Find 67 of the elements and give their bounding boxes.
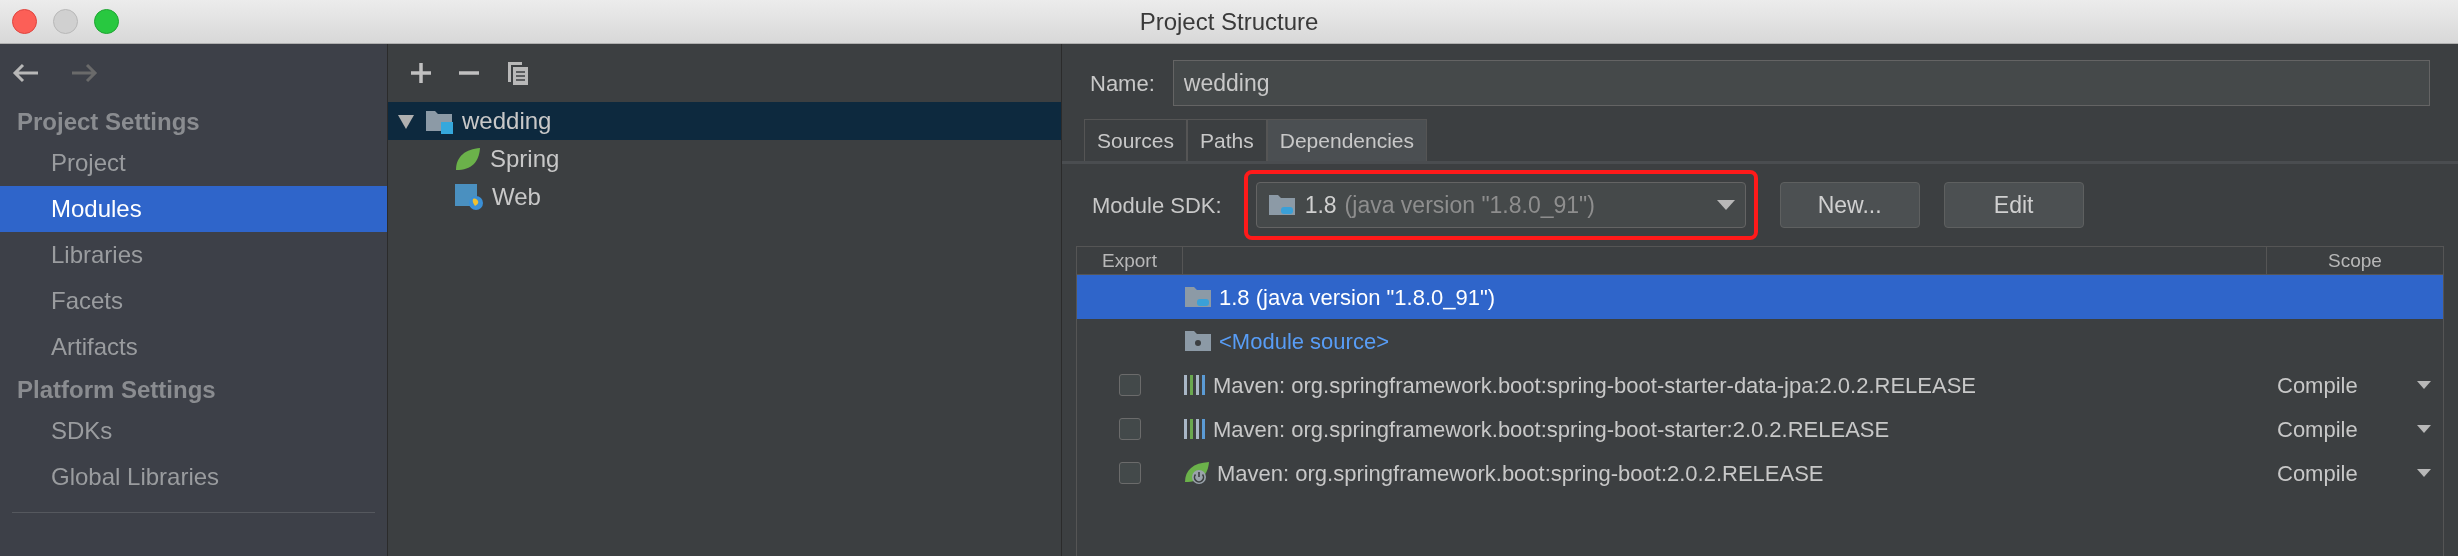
- window-title: Project Structure: [1139, 6, 1319, 37]
- folder-cup-icon: [1266, 192, 1297, 218]
- dependency-name: <Module source>: [1219, 327, 1389, 356]
- name-field[interactable]: wedding: [1172, 60, 2430, 106]
- dependency-row[interactable]: Maven: org.springframework.boot:spring-boot-starter-data-jpa:2.0.2.RELEASE Compile: [1077, 363, 2443, 407]
- scope-dropdown[interactable]: Compile: [2267, 456, 2443, 490]
- close-button[interactable]: [12, 9, 37, 34]
- tree-row[interactable]: Spring: [388, 140, 1061, 178]
- module-folder-icon: [424, 108, 454, 134]
- sdk-version: 1.8: [1304, 190, 1337, 220]
- export-checkbox[interactable]: [1119, 462, 1141, 484]
- column-header: Scope: [2327, 249, 2383, 273]
- library-bars-icon: [1183, 417, 1207, 441]
- dependency-row[interactable]: 1.8 (java version "1.8.0_91"): [1077, 275, 2443, 319]
- tree-row[interactable]: Web: [388, 178, 1061, 216]
- scope-value: Compile: [2277, 415, 2358, 444]
- dependency-name: Maven: org.springframework.boot:spring-boot-starter:2.0.2.RELEASE: [1213, 415, 1890, 444]
- back-arrow-icon[interactable]: [12, 63, 40, 83]
- dependency-row[interactable]: <Module source>: [1077, 319, 2443, 363]
- export-checkbox[interactable]: [1119, 374, 1141, 396]
- section-heading: Project Settings: [16, 107, 201, 137]
- dropdown-caret-icon: [2417, 469, 2431, 477]
- globe-page-icon: [454, 183, 484, 211]
- folder-cup-icon: [1183, 284, 1213, 310]
- sdk-dropdown[interactable]: 1.8 (java version "1.8.0_91"): [1255, 182, 1746, 228]
- sidebar-item[interactable]: Libraries: [0, 232, 387, 278]
- tree-label: Web: [492, 182, 541, 212]
- sdk-detail: (java version "1.8.0_91"): [1344, 190, 1596, 220]
- tab[interactable]: Paths: [1187, 119, 1267, 161]
- dropdown-caret-icon: [2417, 381, 2431, 389]
- module-sdk-label: Module SDK:: [1092, 191, 1222, 220]
- sidebar-item[interactable]: Global Libraries: [0, 454, 387, 500]
- export-checkbox[interactable]: [1119, 418, 1141, 440]
- scope-value: Compile: [2277, 371, 2358, 400]
- dialog-button[interactable]: Edit: [1943, 182, 2084, 228]
- sidebar-item[interactable]: Modules: [0, 186, 387, 232]
- sidebar-item[interactable]: Facets: [0, 278, 387, 324]
- sidebar-item[interactable]: Artifacts: [0, 324, 387, 370]
- scope-dropdown[interactable]: Compile: [2267, 412, 2443, 446]
- scope-dropdown[interactable]: Compile: [2267, 368, 2443, 402]
- library-bars-icon: [1183, 373, 1207, 397]
- sidebar-item[interactable]: Project: [0, 140, 387, 186]
- sidebar-item[interactable]: SDKs: [0, 408, 387, 454]
- leaf-icon: [454, 146, 482, 172]
- dropdown-caret-icon: [2417, 425, 2431, 433]
- zoom-button[interactable]: [94, 9, 119, 34]
- tree-row[interactable]: wedding: [388, 102, 1061, 140]
- dependency-name: 1.8 (java version "1.8.0_91"): [1219, 283, 1496, 312]
- tab[interactable]: Dependencies: [1266, 119, 1427, 161]
- tree-label: wedding: [462, 106, 552, 136]
- scope-value: Compile: [2277, 459, 2358, 488]
- forward-arrow-icon[interactable]: [70, 63, 98, 83]
- dependency-row[interactable]: Maven: org.springframework.boot:spring-boot:2.0.2.RELEASE Compile: [1077, 451, 2443, 495]
- tree-label: Spring: [490, 144, 560, 174]
- leaf-power-icon: [1183, 460, 1211, 486]
- name-label: Name:: [1090, 69, 1155, 98]
- column-header: Export: [1077, 247, 1183, 274]
- copy-icon[interactable]: [506, 60, 530, 86]
- dependency-name: Maven: org.springframework.boot:spring-boot:2.0.2.RELEASE: [1217, 459, 1824, 488]
- folder-icon: [1183, 328, 1213, 354]
- add-icon[interactable]: [410, 62, 432, 84]
- tab[interactable]: Sources: [1084, 119, 1188, 161]
- dropdown-caret-icon: [1716, 200, 1735, 210]
- dependency-row[interactable]: Maven: org.springframework.boot:spring-boot-starter:2.0.2.RELEASE Compile: [1077, 407, 2443, 451]
- dialog-button[interactable]: New...: [1779, 182, 1920, 228]
- dependency-name: Maven: org.springframework.boot:spring-boot-starter-data-jpa:2.0.2.RELEASE: [1213, 371, 1977, 400]
- section-heading: Platform Settings: [16, 375, 217, 405]
